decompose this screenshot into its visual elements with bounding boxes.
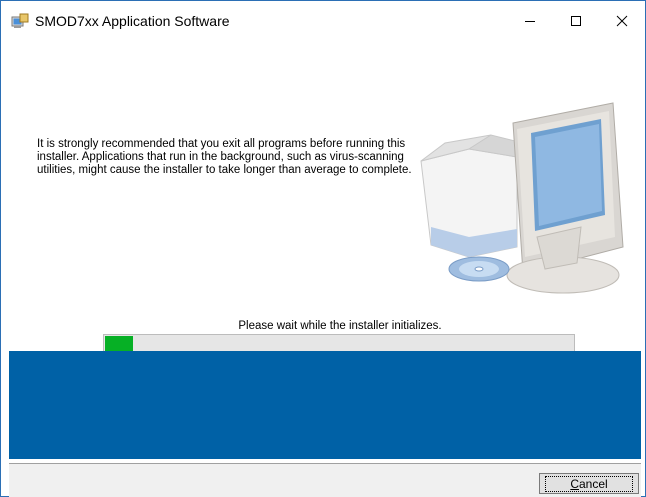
close-button[interactable]	[599, 1, 645, 41]
cancel-button[interactable]: Cancel	[539, 473, 639, 494]
installer-app-icon	[11, 13, 29, 28]
close-icon	[616, 15, 628, 27]
title-bar[interactable]: SMOD7xx Application Software	[1, 1, 645, 41]
computer-illustration	[420, 102, 624, 294]
blue-banner	[9, 351, 641, 459]
maximize-button[interactable]	[553, 1, 599, 41]
minimize-button[interactable]	[507, 1, 553, 41]
cancel-button-label: Cancel	[545, 475, 633, 492]
window-title: SMOD7xx Application Software	[35, 13, 230, 29]
installer-window: SMOD7xx Application Software It is stron…	[0, 0, 646, 497]
minimize-icon	[525, 21, 535, 22]
exit-programs-message: It is strongly recommended that you exit…	[37, 138, 412, 176]
progress-status-text: Please wait while the installer initiali…	[238, 320, 442, 332]
cancel-label-rest: ancel	[578, 476, 608, 491]
window-left-margin	[1, 41, 9, 496]
maximize-icon	[571, 16, 581, 26]
cancel-accelerator-key: C	[570, 476, 579, 491]
